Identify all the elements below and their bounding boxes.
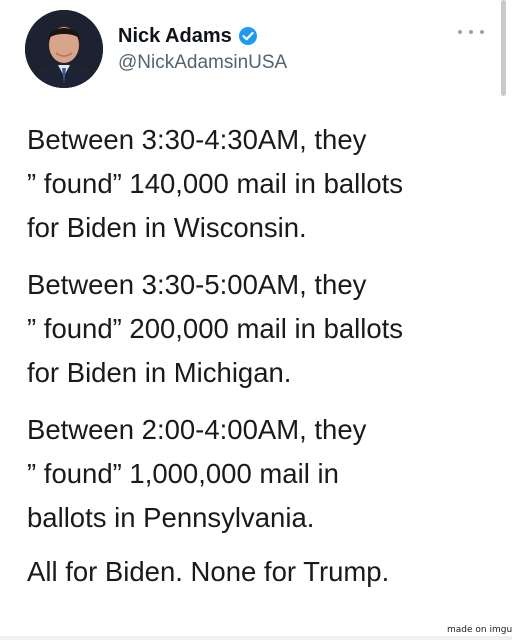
- tweet-paragraph: Between 2:00-4:00AM, they ” found” 1,000…: [27, 408, 497, 540]
- avatar-photo: [25, 10, 103, 88]
- tweet-closing-line: All for Biden. None for Trump.: [27, 556, 390, 587]
- bottom-divider: [0, 636, 512, 640]
- tweet-line: ” found” 200,000 mail in ballots: [27, 313, 404, 344]
- tweet-line: Between 3:30-5:00AM, they: [27, 269, 367, 300]
- tweet-line: ballots in Pennsylvania.: [27, 502, 315, 533]
- tweet-line: ” found” 140,000 mail in ballots: [27, 168, 404, 199]
- more-dot: [469, 30, 473, 34]
- tweet-line: Between 3:30-4:30AM, they: [27, 124, 367, 155]
- author-name[interactable]: Nick Adams: [118, 25, 232, 48]
- tweet-header: Nick Adams @NickAdamsinUSA: [0, 0, 512, 100]
- more-dot: [480, 30, 484, 34]
- verified-badge-icon: [238, 26, 258, 46]
- scrollbar[interactable]: [501, 0, 506, 96]
- tweet-line: ” found” 1,000,000 mail in: [27, 458, 339, 489]
- more-options-icon[interactable]: [458, 26, 484, 38]
- tweet-line: for Biden in Michigan.: [27, 357, 292, 388]
- author-name-row[interactable]: Nick Adams: [118, 22, 258, 50]
- tweet-line: Between 2:00-4:00AM, they: [27, 414, 367, 445]
- profile-avatar[interactable]: [25, 10, 103, 88]
- tweet-paragraph: Between 3:30-4:30AM, they ” found” 140,0…: [27, 118, 497, 250]
- author-handle[interactable]: @NickAdamsinUSA: [118, 52, 287, 74]
- tweet-line: for Biden in Wisconsin.: [27, 212, 307, 243]
- tweet-paragraph: Between 3:30-5:00AM, they ” found” 200,0…: [27, 263, 497, 395]
- more-dot: [458, 30, 462, 34]
- imgur-watermark: made on imgur: [447, 625, 512, 635]
- tweet-body: Between 3:30-4:30AM, they ” found” 140,0…: [27, 118, 497, 594]
